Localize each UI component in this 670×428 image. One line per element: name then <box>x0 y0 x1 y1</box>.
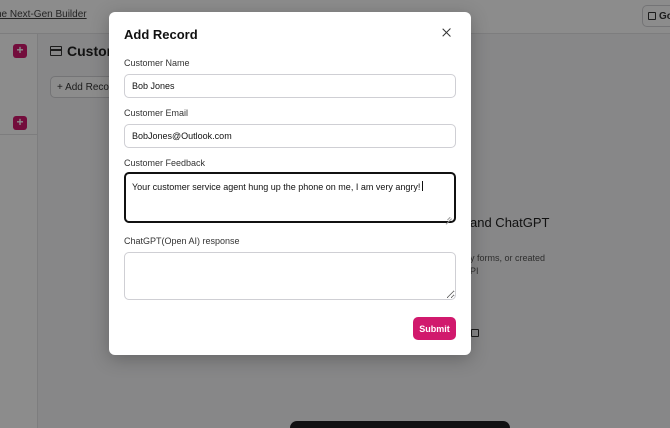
customer-email-label: Customer Email <box>124 108 189 118</box>
customer-name-label: Customer Name <box>124 58 190 68</box>
customer-feedback-label: Customer Feedback <box>124 158 206 168</box>
customer-email-input[interactable] <box>124 124 456 148</box>
close-icon[interactable] <box>439 25 455 41</box>
chatgpt-response-textarea[interactable] <box>124 252 456 300</box>
chatgpt-response-label: ChatGPT(Open AI) response <box>124 236 240 246</box>
add-record-modal: Add Record Customer Name Customer Email … <box>109 12 471 355</box>
resize-handle[interactable] <box>446 213 452 219</box>
submit-button[interactable]: Submit <box>413 317 456 340</box>
customer-name-input[interactable] <box>124 74 456 98</box>
customer-feedback-text: Your customer service agent hung up the … <box>132 182 421 192</box>
customer-feedback-textarea[interactable]: Your customer service agent hung up the … <box>124 172 456 223</box>
text-caret <box>422 181 424 191</box>
modal-title: Add Record <box>124 27 198 42</box>
